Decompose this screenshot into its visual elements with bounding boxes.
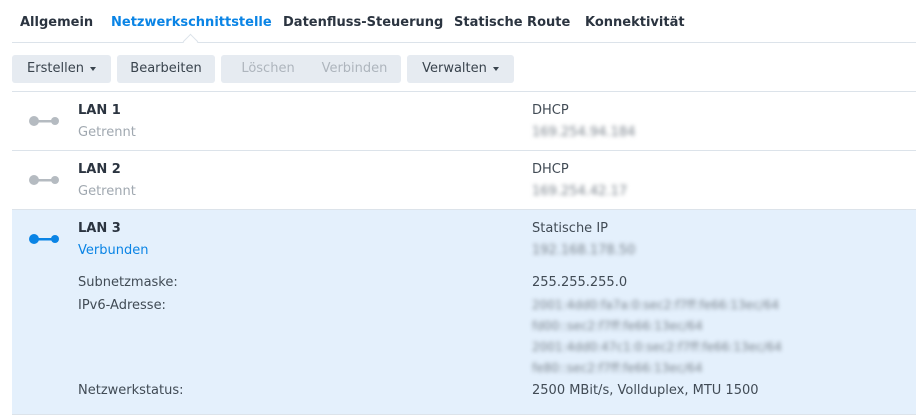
tab-bar: Allgemein Netzwerkschnittstelle Datenflu… [12,0,916,50]
interface-name: LAN 1 [78,103,121,118]
interface-status: Getrennt [78,184,136,199]
ipv6-value: 2001:4dd0:fa7a:0:sec2:f7ff:fe66:13ec/64 [532,298,779,312]
manage-button[interactable]: Verwalten [407,55,514,83]
create-button[interactable]: Erstellen [12,55,111,83]
connected-port-icon [29,234,59,244]
interface-status: Getrennt [78,125,136,140]
chevron-down-icon [89,66,96,71]
manage-label: Verwalten [422,61,487,76]
tab-konnektivitaet[interactable]: Konnektivität [585,15,685,30]
tab-allgemein[interactable]: Allgemein [20,15,93,30]
create-label: Erstellen [27,61,84,76]
interface-row-lan2[interactable]: LAN 2 Getrennt DHCP 169.254.42.17 [12,151,916,210]
interface-row-lan3[interactable]: LAN 3 Verbunden Statische IP 192.168.178… [12,210,916,415]
tab-statische-route[interactable]: Statische Route [454,15,570,30]
ipv6-label: IPv6-Adresse: [78,298,166,313]
tab-datenfluss-steuerung[interactable]: Datenfluss-Steuerung [283,15,443,30]
interface-name: LAN 2 [78,162,121,177]
tab-netzwerkschnittstelle[interactable]: Netzwerkschnittstelle [111,15,272,30]
active-tab-indicator [182,33,199,50]
ipv6-value: 2001:4dd0:47c1:0:sec2:f7ff:fe66:13ec/64 [532,340,782,354]
chevron-down-icon [492,66,499,71]
netstatus-label: Netzwerkstatus: [78,383,184,398]
netstatus-value: 2500 MBit/s, Vollduplex, MTU 1500 [532,383,759,398]
interface-row-lan1[interactable]: LAN 1 Getrennt DHCP 169.254.94.184 [12,92,916,151]
disconnected-port-icon [29,175,59,185]
connect-button[interactable]: Verbinden [308,55,401,83]
interface-ip: 169.254.42.17 [532,184,628,199]
ipv6-value: fe80::sec2:f7ff:fe66:13ec/64 [532,361,703,375]
interface-mode: DHCP [532,162,569,177]
interface-ip: 192.168.178.50 [532,243,636,258]
interface-mode: Statische IP [532,221,608,236]
edit-button[interactable]: Bearbeiten [117,55,215,83]
interface-ip: 169.254.94.184 [532,125,636,140]
delete-button[interactable]: Löschen [221,55,315,83]
ipv6-value: fd00::sec2:f7ff:fe66:13ec/64 [532,319,703,333]
interface-name: LAN 3 [78,221,121,236]
subnet-label: Subnetzmaske: [78,275,178,290]
subnet-value: 255.255.255.0 [532,275,628,290]
interface-status: Verbunden [78,243,149,258]
interface-list: LAN 1 Getrennt DHCP 169.254.94.184 LAN 2… [12,91,916,415]
interface-mode: DHCP [532,103,569,118]
disconnected-port-icon [29,116,59,126]
